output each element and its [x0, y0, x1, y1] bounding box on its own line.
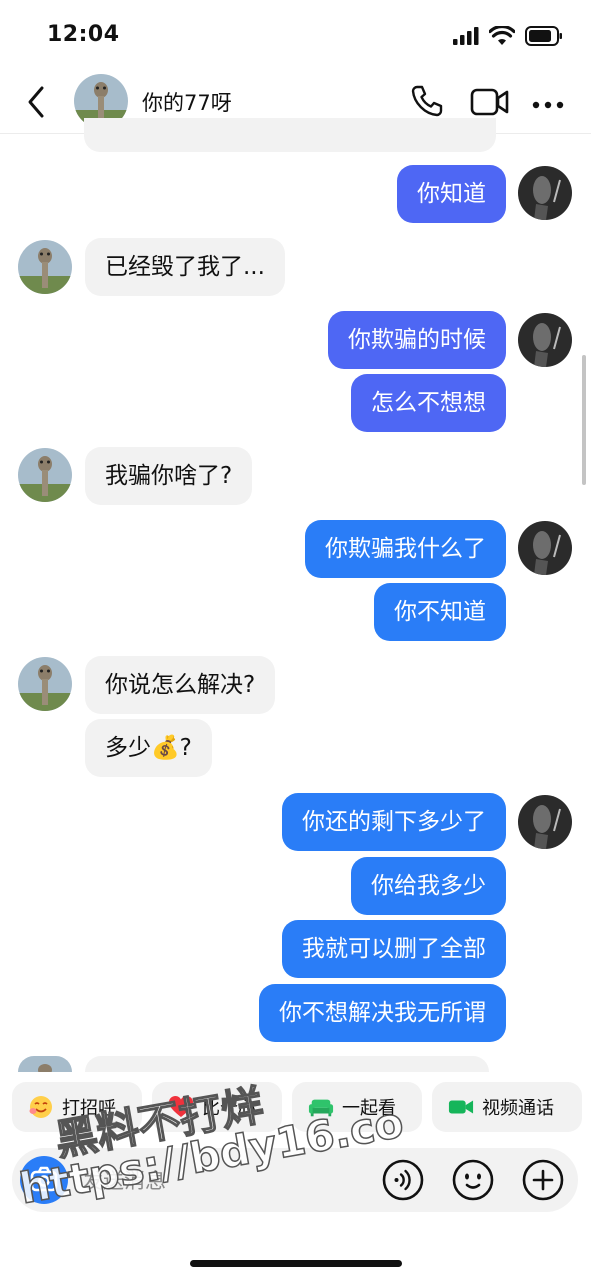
- wifi-icon: [489, 26, 515, 45]
- message-bubble-partial: [84, 118, 496, 152]
- message-bubble-outgoing[interactable]: 你不想解决我无所谓: [259, 984, 506, 1042]
- ostrich-avatar-icon: [18, 1056, 72, 1072]
- status-time: 12:04: [47, 22, 120, 47]
- self-avatar-icon: [518, 313, 572, 367]
- message-bubble-partial: [85, 1056, 489, 1072]
- battery-icon: [525, 26, 562, 46]
- contact-avatar-small[interactable]: [18, 1056, 72, 1072]
- status-bar: 12:04: [0, 0, 591, 70]
- contact-avatar-small[interactable]: [18, 448, 72, 502]
- self-avatar[interactable]: [518, 166, 572, 220]
- message-bubble-incoming[interactable]: 多少💰?: [85, 719, 212, 777]
- video-call-button[interactable]: [470, 86, 510, 118]
- self-avatar[interactable]: [518, 313, 572, 367]
- message-bubble-outgoing[interactable]: 你不知道: [374, 583, 506, 641]
- message-bubble-outgoing[interactable]: 我就可以删了全部: [282, 920, 506, 978]
- message-bubble-incoming[interactable]: 我骗你啥了?: [85, 447, 253, 505]
- message-bubble-outgoing[interactable]: 你还的剩下多少了: [282, 793, 506, 851]
- ostrich-avatar-icon: [18, 448, 72, 502]
- home-indicator: [190, 1260, 402, 1267]
- more-options-button[interactable]: [532, 96, 564, 109]
- voice-message-button[interactable]: [382, 1159, 424, 1201]
- contact-name[interactable]: 你的77呀: [142, 87, 232, 117]
- plus-circle-icon: [522, 1159, 564, 1201]
- message-bubble-outgoing[interactable]: 你给我多少: [351, 857, 506, 915]
- message-bubble-incoming[interactable]: 已经毁了我了...: [85, 238, 285, 296]
- video-call-chip-label: 视频通话: [482, 1098, 554, 1119]
- back-button[interactable]: [22, 84, 52, 120]
- self-avatar-icon: [518, 795, 572, 849]
- self-avatar[interactable]: [518, 521, 572, 575]
- voice-call-button[interactable]: [410, 84, 444, 118]
- self-avatar[interactable]: [518, 795, 572, 849]
- status-icons: [453, 26, 563, 46]
- message-bubble-incoming[interactable]: 你说怎么解决?: [85, 656, 276, 714]
- smiley-icon: [452, 1159, 494, 1201]
- video-camera-icon: [448, 1094, 474, 1120]
- message-bubble-outgoing[interactable]: 你知道: [397, 165, 506, 223]
- message-bubble-outgoing[interactable]: 你欺骗的时候: [328, 311, 506, 369]
- ostrich-avatar-icon: [18, 240, 72, 294]
- chevron-left-icon: [28, 86, 44, 118]
- message-bubble-outgoing[interactable]: 你欺骗我什么了: [305, 520, 506, 578]
- video-call-chip[interactable]: 视频通话: [432, 1082, 582, 1132]
- phone-icon: [411, 85, 443, 117]
- contact-avatar-small[interactable]: [18, 657, 72, 711]
- contact-avatar-small[interactable]: [18, 240, 72, 294]
- emoji-button[interactable]: [452, 1159, 494, 1201]
- self-avatar-icon: [518, 166, 572, 220]
- ostrich-avatar-icon: [18, 657, 72, 711]
- add-attachment-button[interactable]: [522, 1159, 564, 1201]
- video-camera-icon: [470, 88, 509, 116]
- voice-wave-icon: [382, 1159, 424, 1201]
- more-dots-icon: [532, 101, 564, 109]
- message-bubble-outgoing[interactable]: 怎么不想想: [351, 374, 506, 432]
- cellular-signal-icon: [453, 27, 479, 45]
- scrollbar[interactable]: [582, 355, 586, 485]
- self-avatar-icon: [518, 521, 572, 575]
